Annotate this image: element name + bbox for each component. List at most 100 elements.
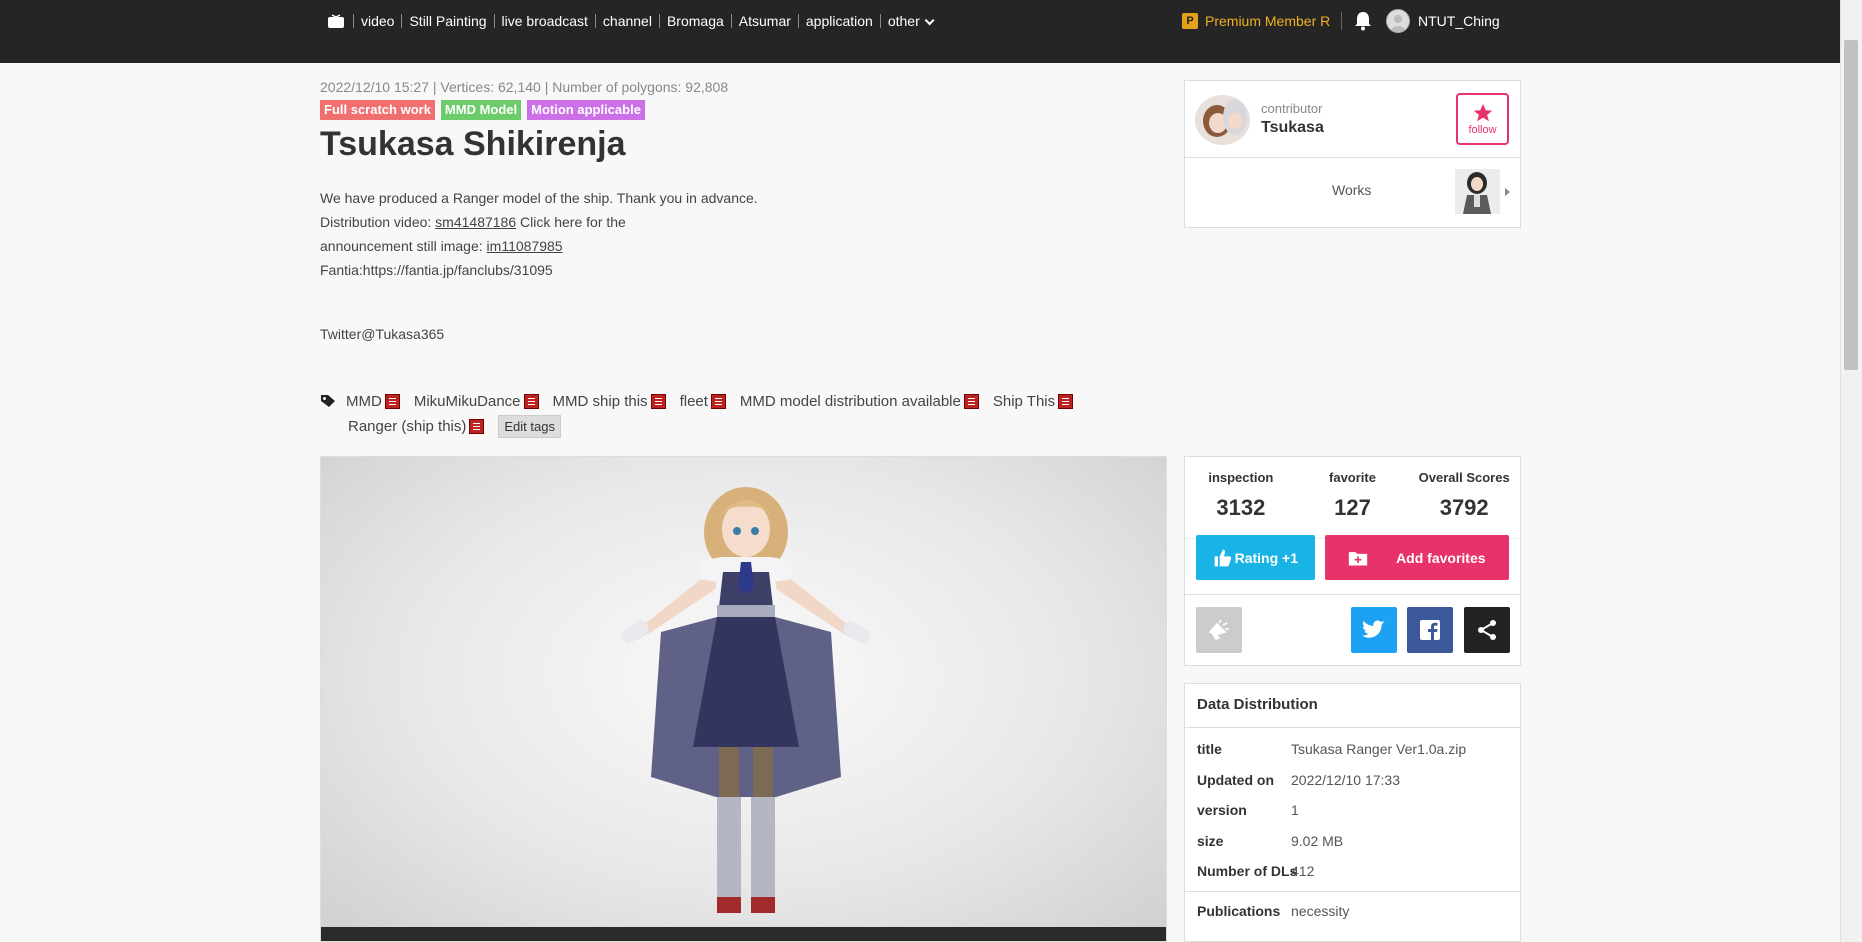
star-icon (1473, 103, 1492, 122)
page-scrollbar[interactable] (1840, 0, 1862, 942)
row-key: version (1197, 802, 1247, 819)
row-value: 2022/12/10 17:33 (1291, 771, 1400, 788)
tag-item[interactable]: fleet (680, 393, 726, 410)
username[interactable]: NTUT_Ching (1418, 13, 1500, 29)
chevron-down-icon (924, 15, 935, 26)
nav-channel[interactable]: channel (594, 14, 659, 28)
distribution-row: version 1 (1185, 795, 1520, 826)
works-label: Works (1332, 182, 1372, 198)
report-button[interactable] (1196, 607, 1242, 653)
row-key: Updated on (1197, 771, 1274, 788)
contributor-avatar[interactable] (1195, 95, 1250, 145)
tag-item[interactable]: MMD ship this (553, 393, 666, 410)
chevron-right-icon[interactable] (1505, 188, 1510, 196)
top-navigation-bar: video Still Painting live broadcast chan… (0, 0, 1862, 63)
stat-grid: inspection 3132 favorite 127 Overall Sco… (1185, 457, 1520, 539)
dictionary-icon[interactable] (1058, 393, 1074, 409)
twitter-share-button[interactable] (1351, 607, 1397, 653)
nav-still-painting[interactable]: Still Painting (401, 14, 493, 28)
tag-label[interactable]: MMD (346, 393, 382, 410)
video-link[interactable]: sm41487186 (435, 214, 516, 230)
nav-other[interactable]: other (879, 13, 938, 29)
work-title: Tsukasa Shikirenja (320, 125, 626, 163)
image-link[interactable]: im11087985 (487, 238, 563, 254)
user-area: P Premium Member Re| NTUT_Ching (1182, 9, 1508, 33)
row-value: necessity (1291, 902, 1350, 919)
badge-full-scratch: Full scratch work (320, 100, 435, 120)
tag-item[interactable]: MMD model distribution available (740, 393, 979, 410)
nav-application[interactable]: application (797, 14, 880, 28)
tag-item[interactable]: Ranger (ship this) (348, 418, 485, 435)
twitter-icon (1362, 620, 1385, 638)
dictionary-icon[interactable] (523, 393, 539, 409)
edit-tags-button[interactable]: Edit tags (498, 414, 561, 438)
tag-label[interactable]: MMD ship this (553, 393, 648, 410)
stat-favorite: favorite 127 (1297, 457, 1409, 538)
stat-value: 127 (1334, 495, 1371, 520)
contributor-name[interactable]: Tsukasa (1261, 119, 1324, 137)
works-row[interactable]: Works (1185, 158, 1520, 228)
works-thumbnail[interactable] (1455, 169, 1500, 214)
stat-value: 3792 (1439, 495, 1489, 520)
divider (1185, 890, 1520, 892)
distribution-row: title Tsukasa Ranger Ver1.0a.zip (1185, 734, 1520, 765)
row-value: 412 (1291, 863, 1315, 880)
add-favorites-button[interactable]: Add favorites (1324, 535, 1509, 580)
tag-item[interactable]: MikuMikuDance (414, 393, 539, 410)
premium-member-link[interactable]: Premium Member Re| (1205, 13, 1331, 29)
stat-value: 3132 (1216, 495, 1266, 520)
row-key: Number of DLs (1197, 863, 1298, 880)
tag-item[interactable]: MMD (346, 393, 400, 410)
tag-label[interactable]: Ship This (993, 393, 1055, 410)
nav-video[interactable]: video (353, 14, 401, 28)
dictionary-icon[interactable] (963, 393, 979, 409)
scrollbar-thumb[interactable] (1844, 40, 1858, 370)
tag-icon (320, 394, 336, 408)
tag-label[interactable]: fleet (680, 393, 708, 410)
nav-atsumar[interactable]: Atsumar (730, 14, 798, 28)
row-value: 1 (1291, 802, 1299, 819)
share-row (1185, 595, 1520, 663)
niconico-tv-icon[interactable] (327, 13, 345, 29)
dictionary-icon[interactable] (650, 393, 666, 409)
tag-label[interactable]: MikuMikuDance (414, 393, 521, 410)
nav-other-label: other (887, 13, 920, 29)
bell-icon[interactable] (1352, 10, 1374, 32)
model-viewer[interactable] (320, 456, 1167, 942)
megaphone-icon (1208, 619, 1229, 640)
premium-icon: P (1182, 13, 1198, 29)
contributor-label: contributor (1261, 101, 1323, 116)
tag-label[interactable]: Ranger (ship this) (348, 418, 466, 435)
dictionary-icon[interactable] (384, 393, 400, 409)
contributor-card: contributor Tsukasa follow Works (1184, 80, 1521, 228)
facebook-icon (1420, 620, 1440, 641)
share-button[interactable] (1464, 607, 1510, 653)
main-nav: video Still Painting live broadcast chan… (327, 12, 938, 30)
dictionary-icon[interactable] (710, 393, 726, 409)
distribution-heading: Data Distribution (1185, 684, 1520, 728)
distribution-row: Updated on 2022/12/10 17:33 (1185, 765, 1520, 796)
distribution-row: Number of DLs 412 (1185, 856, 1520, 887)
rating-button[interactable]: Rating +1 (1196, 535, 1315, 580)
divider (1341, 12, 1342, 30)
facebook-share-button[interactable] (1407, 607, 1453, 653)
badge-motion-applicable: Motion applicable (527, 100, 645, 120)
user-avatar[interactable] (1386, 9, 1410, 33)
share-icon (1478, 620, 1496, 640)
folder-plus-icon (1348, 551, 1368, 565)
distribution-row: Publications necessity (1185, 896, 1520, 927)
data-distribution-card: Data Distribution title Tsukasa Ranger Ve… (1184, 683, 1521, 942)
dictionary-icon[interactable] (469, 418, 485, 434)
nav-live-broadcast[interactable]: live broadcast (493, 14, 595, 28)
tag-item[interactable]: Ship This (993, 393, 1074, 410)
work-meta: 2022/12/10 15:27 | Vertices: 62,140 | Nu… (320, 79, 729, 95)
tag-label[interactable]: MMD model distribution available (740, 393, 961, 410)
viewer-controls[interactable] (321, 927, 1166, 941)
nav-bromaga[interactable]: Bromaga (658, 14, 731, 28)
desc-line: Fantia:https://fantia.jp/fanclubs/31095 (320, 262, 553, 278)
desc-line: Distribution video: sm41487186 Click her… (320, 210, 758, 234)
tag-row: Ranger (ship this) Edit tags (320, 414, 1120, 438)
work-description: We have produced a Ranger model of the s… (320, 186, 758, 282)
follow-button[interactable]: follow (1456, 93, 1509, 145)
twitter-handle: Twitter@Tukasa365 (320, 326, 445, 342)
